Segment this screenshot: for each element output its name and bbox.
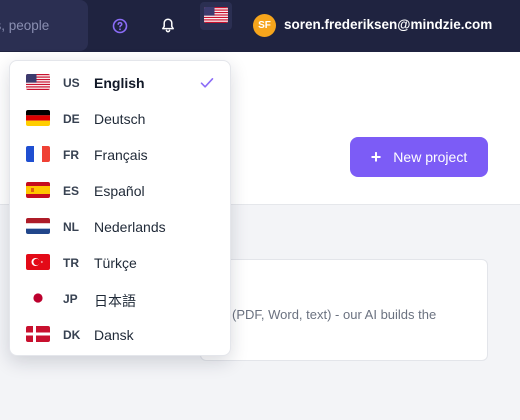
flag-fr-icon (26, 146, 50, 162)
upload-card[interactable]: (PDF, Word, text) - our AI builds the (200, 259, 488, 361)
search-input[interactable]: cts, people (0, 0, 88, 51)
language-menu: US English DE Deutsch FR Français ES Esp… (9, 60, 231, 356)
flag-jp-icon (26, 290, 50, 306)
language-code: TR (63, 256, 79, 270)
language-option-jp[interactable]: JP 日本語 (10, 281, 232, 317)
language-name: Français (94, 147, 148, 163)
flag-dk-icon (26, 326, 50, 342)
language-name: Dansk (94, 327, 134, 343)
avatar-initials: SF (258, 20, 271, 31)
language-code: DE (63, 112, 80, 126)
language-option-fr[interactable]: FR Français (10, 137, 232, 173)
language-code: NL (63, 220, 79, 234)
language-option-nl[interactable]: NL Nederlands (10, 209, 232, 245)
language-option-de[interactable]: DE Deutsch (10, 101, 232, 137)
top-bar: cts, people SF soren.frederiksen@mindzie… (0, 0, 520, 52)
language-option-es[interactable]: ES Español (10, 173, 232, 209)
avatar[interactable]: SF (253, 14, 276, 37)
search-placeholder: cts, people (0, 18, 50, 33)
flag-es-icon (26, 182, 50, 198)
question-circle-icon[interactable] (112, 18, 128, 34)
language-code: ES (63, 184, 80, 198)
language-name: Nederlands (94, 219, 166, 235)
flag-nl-icon (26, 218, 50, 234)
card-description: (PDF, Word, text) - our AI builds the (232, 307, 437, 322)
check-icon (200, 78, 214, 88)
language-option-us[interactable]: US English (10, 65, 232, 101)
plus-icon: + (370, 147, 382, 167)
user-email[interactable]: soren.frederiksen@mindzie.com (284, 17, 492, 32)
language-switcher-button[interactable] (200, 2, 232, 30)
language-code: JP (63, 292, 78, 306)
language-name: Türkçe (94, 255, 137, 271)
language-code: FR (63, 148, 79, 162)
flag-us-icon (26, 74, 50, 90)
language-name: Español (94, 183, 145, 199)
language-option-dk[interactable]: DK Dansk (10, 317, 232, 353)
language-code: DK (63, 328, 81, 342)
flag-de-icon (26, 110, 50, 126)
language-code: US (63, 76, 80, 90)
language-name: 日本語 (94, 293, 136, 309)
language-name: Deutsch (94, 111, 146, 127)
new-project-button[interactable]: + New project (350, 137, 488, 177)
bell-icon[interactable] (160, 17, 176, 34)
flag-us-icon (204, 7, 228, 23)
new-project-label: New project (393, 149, 468, 165)
language-option-tr[interactable]: TR Türkçe (10, 245, 232, 281)
flag-tr-icon (26, 254, 50, 270)
language-name: English (94, 75, 145, 91)
